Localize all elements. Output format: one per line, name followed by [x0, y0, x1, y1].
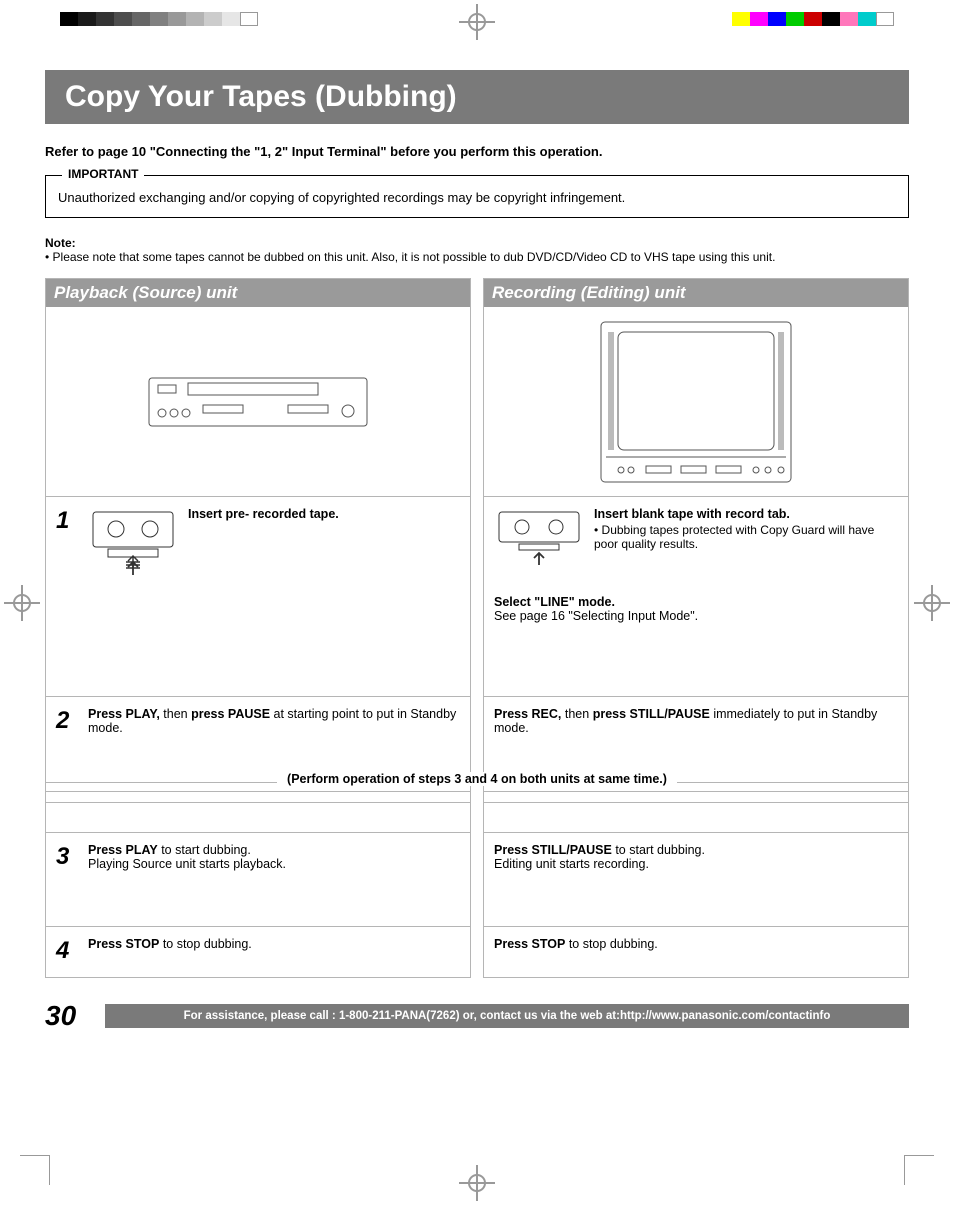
- important-callout: IMPORTANT Unauthorized exchanging and/or…: [45, 175, 909, 218]
- registration-cross-icon: [459, 4, 495, 40]
- playback-header: Playback (Source) unit: [46, 279, 470, 307]
- step3-left-text: Press PLAY to start dubbing. Playing Sou…: [88, 843, 460, 916]
- step-number: 2: [56, 707, 78, 781]
- sync-divider: (Perform operation of steps 3 and 4 on b…: [46, 792, 470, 812]
- sync-divider-label: (Perform operation of steps 3 and 4 on b…: [45, 772, 909, 792]
- important-legend: IMPORTANT: [62, 167, 144, 181]
- step2-right-text: Press REC, then press STILL/PAUSE immedi…: [494, 707, 898, 735]
- registration-cross-icon: [914, 585, 950, 621]
- playback-column: Playback (Source) unit 1: [45, 278, 471, 978]
- note-body: • Please note that some tapes cannot be …: [45, 250, 909, 264]
- note-heading: Note:: [45, 236, 909, 250]
- crop-mark-icon: [20, 1155, 50, 1185]
- page-title: Copy Your Tapes (Dubbing): [45, 70, 909, 124]
- step-number: 4: [56, 937, 78, 967]
- playback-device-illustration: [46, 307, 470, 497]
- step-number: 3: [56, 843, 78, 916]
- sync-divider: (Perform operation of steps 3 and 4 on b…: [484, 792, 908, 812]
- step1-left-text: Insert pre- recorded tape.: [188, 507, 339, 521]
- step4-right-text: Press STOP to stop dubbing.: [494, 937, 898, 951]
- tv-vcr-icon: [596, 317, 796, 487]
- step1-right-text: Insert blank tape with record tab. • Dub…: [594, 507, 898, 567]
- color-swatches: [732, 12, 894, 26]
- step-number: 1: [56, 507, 78, 686]
- step1-right-line-mode: Select "LINE" mode.: [494, 595, 615, 609]
- step1-right-line-ref: See page 16 "Selecting Input Mode".: [494, 609, 698, 623]
- recording-column: Recording (Editing) unit: [483, 278, 909, 978]
- crop-mark-icon: [904, 1155, 934, 1185]
- cassette-insert-icon: [88, 507, 178, 577]
- registration-cross-icon: [4, 585, 40, 621]
- registration-cross-icon: [459, 1165, 495, 1201]
- grayscale-swatches: [60, 12, 258, 26]
- page-number: 30: [45, 1000, 95, 1032]
- step3-right-text: Press STILL/PAUSE to start dubbing. Edit…: [494, 843, 898, 871]
- intro-text: Refer to page 10 "Connecting the "1, 2" …: [45, 144, 909, 159]
- recording-header: Recording (Editing) unit: [484, 279, 908, 307]
- step2-left-text: Press PLAY, then press PAUSE at starting…: [88, 707, 460, 781]
- footer-assistance-bar: For assistance, please call : 1-800-211-…: [105, 1004, 909, 1028]
- vcr-icon: [148, 377, 368, 427]
- cassette-insert-icon: [494, 507, 584, 567]
- step4-left-text: Press STOP to stop dubbing.: [88, 937, 460, 967]
- recording-device-illustration: [484, 307, 908, 497]
- important-text: Unauthorized exchanging and/or copying o…: [58, 190, 625, 205]
